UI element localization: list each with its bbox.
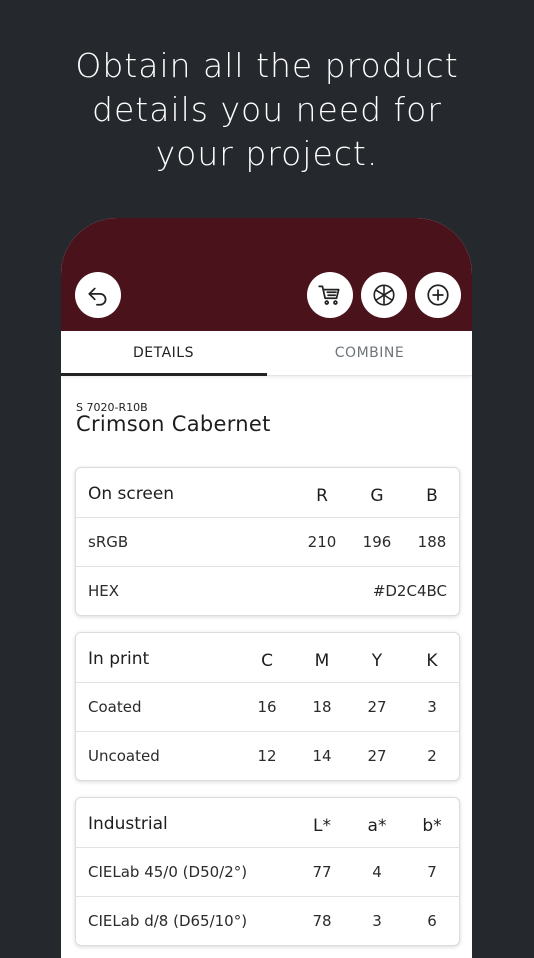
table-cell: 3 [427,698,437,716]
table-cell: 188 [417,533,447,551]
table-row: Uncoated 12 14 27 2 [76,732,459,780]
in-print-card: In print C M Y K Coated 16 18 27 3 Uncoa… [75,632,460,781]
active-tab-indicator [61,373,267,376]
column-header: B [426,486,438,506]
row-label: sRGB [88,533,129,551]
promo-headline: Obtain all the product details you need … [0,44,534,176]
industrial-title: Industrial [88,814,168,834]
back-button[interactable] [75,272,121,318]
row-label: Coated [88,698,142,716]
table-row: CIELab d/8 (D65/10°) 78 3 6 [76,897,459,945]
column-header: b* [422,816,442,836]
table-cell: 210 [307,533,337,551]
color-name: Crimson Cabernet [76,412,271,436]
table-cell: 18 [312,698,332,716]
table-cell: 7 [427,863,437,881]
column-header: Y [371,651,383,671]
headline-line-2: details you need for [92,90,442,129]
table-cell: 27 [367,698,387,716]
row-label: Uncoated [88,747,160,765]
column-header: a* [367,816,387,836]
srgb-row: sRGB 210 196 188 [76,518,459,567]
industrial-card: Industrial L* a* b* CIELab 45/0 (D50/2°)… [75,797,460,946]
column-header: G [370,486,384,506]
table-cell: 78 [312,912,332,930]
add-button[interactable] [415,272,461,318]
table-row: Coated 16 18 27 3 [76,683,459,732]
row-label: CIELab 45/0 (D50/2°) [88,863,248,881]
color-wheel-button[interactable] [361,272,407,318]
headline-line-3: your project. [155,134,379,173]
column-header: L* [313,816,331,836]
tab-details[interactable]: DETAILS [61,331,266,375]
table-cell: 16 [257,698,277,716]
table-cell: 12 [257,747,277,765]
column-header: R [316,486,328,506]
table-row: CIELab 45/0 (D50/2°) 77 4 7 [76,848,459,897]
undo-arrow-icon [88,287,107,306]
color-wheel-icon [373,284,395,306]
table-cell: 196 [362,533,392,551]
plus-circle-icon [427,284,449,306]
on-screen-header: On screen R G B [76,468,459,518]
in-print-title: In print [88,649,150,669]
table-cell: 27 [367,747,387,765]
table-cell: 77 [312,863,332,881]
industrial-header: Industrial L* a* b* [76,798,459,848]
headline-line-1: Obtain all the product [75,46,459,85]
cart-button[interactable] [307,272,353,318]
tab-bar: DETAILS COMBINE [61,331,472,376]
on-screen-title: On screen [88,484,175,504]
hex-row: HEX #D2C4BC [76,567,459,615]
table-cell: 6 [427,912,437,930]
table-cell: 14 [312,747,332,765]
column-header: C [261,651,273,671]
hex-value: #D2C4BC [372,582,447,600]
tab-combine[interactable]: COMBINE [267,331,472,375]
column-header: K [426,651,438,671]
table-cell: 4 [372,863,382,881]
row-label: HEX [88,582,120,600]
column-header: M [314,651,330,671]
in-print-header: In print C M Y K [76,633,459,683]
cart-icon [318,285,340,305]
table-cell: 3 [372,912,382,930]
table-cell: 2 [427,747,437,765]
row-label: CIELab d/8 (D65/10°) [88,912,248,930]
on-screen-card: On screen R G B sRGB 210 196 188 HEX #D2… [75,467,460,616]
phone-screen: DETAILS COMBINE S 7020-R10B Crimson Cabe… [61,218,472,958]
app-bar [61,218,472,331]
